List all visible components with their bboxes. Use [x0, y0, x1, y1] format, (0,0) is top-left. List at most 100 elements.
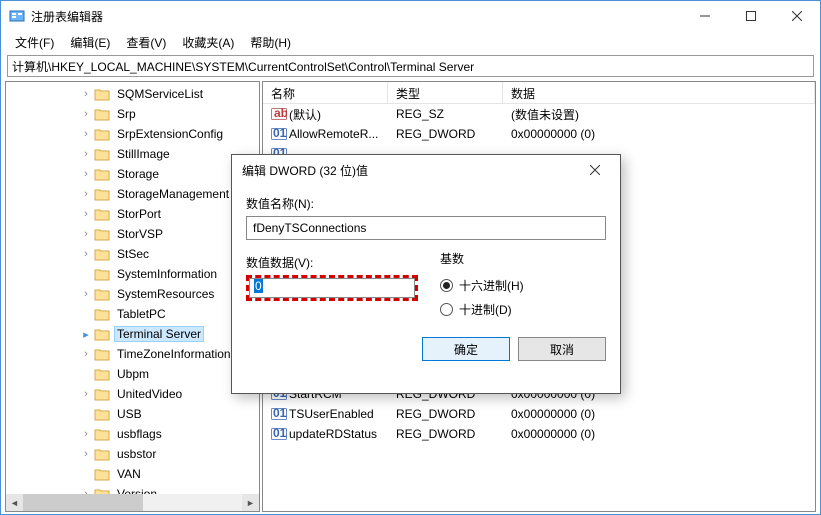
- expand-icon[interactable]: ›: [80, 108, 92, 120]
- tree-item[interactable]: › SQMServiceList: [6, 84, 259, 104]
- list-row[interactable]: ab(默认) REG_SZ(数值未设置): [263, 104, 815, 124]
- tree-item[interactable]: › Storage: [6, 164, 259, 184]
- scroll-left-button[interactable]: ◄: [6, 494, 23, 511]
- expand-icon[interactable]: ›: [80, 428, 92, 440]
- tree-item-label: StSec: [114, 246, 152, 262]
- value-type: REG_DWORD: [388, 407, 503, 421]
- expand-icon[interactable]: ›: [80, 148, 92, 160]
- address-bar[interactable]: 计算机\HKEY_LOCAL_MACHINE\SYSTEM\CurrentCon…: [7, 55, 814, 77]
- tree-item[interactable]: › TimeZoneInformation: [6, 344, 259, 364]
- expand-icon[interactable]: ›: [80, 448, 92, 460]
- tree-item-label: StorVSP: [114, 226, 166, 242]
- tree-item[interactable]: › usbflags: [6, 424, 259, 444]
- app-icon: [9, 8, 25, 24]
- menu-edit[interactable]: 编辑(E): [64, 32, 116, 53]
- radix-label: 基数: [440, 250, 524, 267]
- tree-item-label: StorPort: [114, 206, 164, 222]
- tree-item-label: usbflags: [114, 426, 165, 442]
- tree-item[interactable]: › StorPort: [6, 204, 259, 224]
- value-data: 0x00000000 (0): [503, 427, 815, 441]
- value-name-input[interactable]: [246, 216, 606, 240]
- tree-item[interactable]: › StillImage: [6, 144, 259, 164]
- scroll-thumb[interactable]: [23, 494, 143, 511]
- tree-item[interactable]: ▸ Terminal Server: [6, 324, 259, 344]
- expand-icon[interactable]: ›: [80, 288, 92, 300]
- tree-item[interactable]: › StorageManagement: [6, 184, 259, 204]
- tree-item[interactable]: VAN: [6, 464, 259, 484]
- value-type: REG_DWORD: [388, 127, 503, 141]
- tree-item[interactable]: Ubpm: [6, 364, 259, 384]
- menu-favorites[interactable]: 收藏夹(A): [176, 32, 240, 53]
- menu-help[interactable]: 帮助(H): [244, 32, 297, 53]
- expand-icon[interactable]: ›: [80, 348, 92, 360]
- expand-icon[interactable]: ›: [80, 128, 92, 140]
- col-header-name[interactable]: 名称: [263, 82, 388, 103]
- ok-button[interactable]: 确定: [422, 337, 510, 361]
- maximize-button[interactable]: [728, 1, 774, 31]
- value-type: REG_SZ: [388, 107, 503, 121]
- cancel-button[interactable]: 取消: [518, 337, 606, 361]
- tree-item[interactable]: › StSec: [6, 244, 259, 264]
- menu-file[interactable]: 文件(F): [9, 32, 60, 53]
- expand-icon[interactable]: ›: [80, 248, 92, 260]
- menu-view[interactable]: 查看(V): [120, 32, 172, 53]
- list-row[interactable]: 011updateRDStatusREG_DWORD0x00000000 (0): [263, 424, 815, 444]
- dialog-close-button[interactable]: [580, 155, 610, 185]
- list-row[interactable]: 011TSUserEnabledREG_DWORD0x00000000 (0): [263, 404, 815, 424]
- expand-icon[interactable]: ▸: [80, 328, 92, 341]
- tree-item-label: SystemInformation: [114, 266, 220, 282]
- tree-hscrollbar[interactable]: ◄ ►: [6, 494, 259, 511]
- radix-hex-label: 十六进制(H): [459, 277, 524, 294]
- tree-item[interactable]: USB: [6, 404, 259, 424]
- tree-item[interactable]: SystemInformation: [6, 264, 259, 284]
- value-data: 0x00000000 (0): [503, 127, 815, 141]
- value-name: AllowRemoteR...: [289, 127, 378, 141]
- tree-item[interactable]: › StorVSP: [6, 224, 259, 244]
- svg-text:011: 011: [273, 427, 287, 440]
- expand-icon[interactable]: ›: [80, 168, 92, 180]
- tree-item[interactable]: ›SrpExtensionConfig: [6, 124, 259, 144]
- scroll-right-button[interactable]: ►: [242, 494, 259, 511]
- col-header-data[interactable]: 数据: [503, 82, 815, 103]
- tree-item[interactable]: TabletPC: [6, 304, 259, 324]
- radix-hex-radio[interactable]: 十六进制(H): [440, 273, 524, 297]
- value-data: (数值未设置): [503, 106, 815, 123]
- col-header-type[interactable]: 类型: [388, 82, 503, 103]
- tree-item-label: Terminal Server: [114, 326, 204, 342]
- tree-pane[interactable]: ›SQMServiceList›Srp›SrpExtensionConfig›S…: [5, 81, 260, 512]
- list-header: 名称 类型 数据: [263, 82, 815, 104]
- tree-item-label: StorageManagement: [114, 186, 232, 202]
- expand-icon[interactable]: ›: [80, 208, 92, 220]
- radix-dec-radio[interactable]: 十进制(D): [440, 297, 524, 321]
- tree-item-label: Storage: [114, 166, 162, 182]
- value-name: (默认): [289, 106, 321, 123]
- expand-icon[interactable]: ›: [80, 388, 92, 400]
- value-name: TSUserEnabled: [289, 407, 374, 421]
- tree-item-label: StillImage: [114, 146, 173, 162]
- tree-item[interactable]: › UnitedVideo: [6, 384, 259, 404]
- tree-item[interactable]: › usbstor: [6, 444, 259, 464]
- tree-item-label: UnitedVideo: [114, 386, 185, 402]
- tree-item-label: SQMServiceList: [114, 86, 206, 102]
- svg-text:ab: ab: [274, 107, 287, 120]
- list-row[interactable]: 011AllowRemoteR... REG_DWORD0x00000000 (0…: [263, 124, 815, 144]
- value-data-highlight: 0: [246, 275, 418, 301]
- window-title: 注册表编辑器: [31, 8, 682, 25]
- value-type: REG_DWORD: [388, 427, 503, 441]
- svg-text:011: 011: [273, 127, 287, 140]
- expand-icon[interactable]: ›: [80, 188, 92, 200]
- tree-item-label: TabletPC: [114, 306, 169, 322]
- close-button[interactable]: [774, 1, 820, 31]
- value-name-label: 数值名称(N):: [246, 195, 606, 212]
- tree-item[interactable]: ›SystemResources: [6, 284, 259, 304]
- edit-dword-dialog: 编辑 DWORD (32 位)值 数值名称(N): 数值数据(V): 0 基数 …: [231, 154, 621, 394]
- minimize-button[interactable]: [682, 1, 728, 31]
- window-titlebar: 注册表编辑器: [1, 1, 820, 31]
- menu-bar: 文件(F) 编辑(E) 查看(V) 收藏夹(A) 帮助(H): [1, 31, 820, 53]
- tree-item-label: TimeZoneInformation: [114, 346, 234, 362]
- tree-item-label: usbstor: [114, 446, 159, 462]
- expand-icon[interactable]: ›: [80, 88, 92, 100]
- tree-item[interactable]: ›Srp: [6, 104, 259, 124]
- value-data-input[interactable]: 0: [249, 278, 415, 298]
- expand-icon[interactable]: ›: [80, 228, 92, 240]
